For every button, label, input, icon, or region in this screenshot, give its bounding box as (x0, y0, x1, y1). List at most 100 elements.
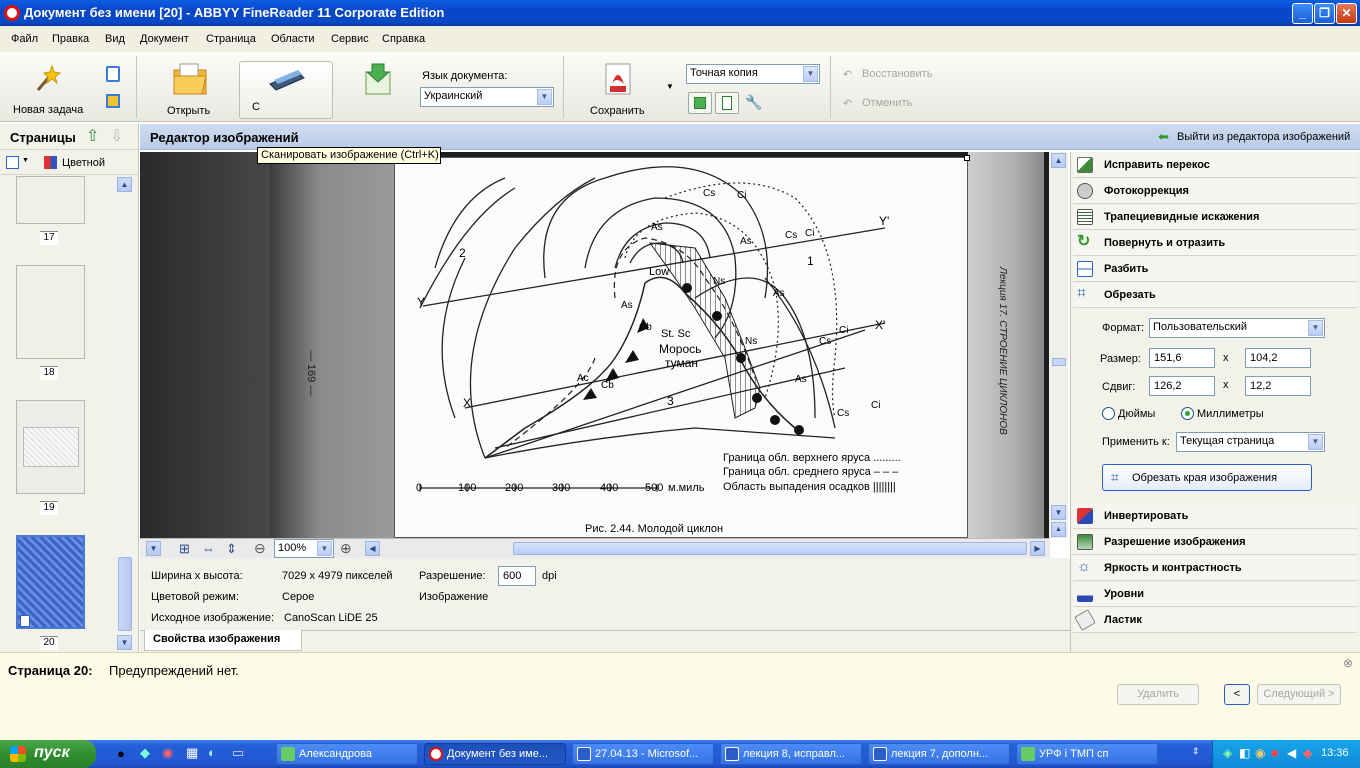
task-button[interactable]: 27.04.13 - Microsof... (572, 743, 714, 765)
page-thumbnail-20[interactable] (16, 535, 85, 629)
crop-shift-y-input[interactable]: 12,2 (1245, 376, 1311, 396)
menu-areas[interactable]: Области (271, 33, 315, 45)
tool-brightness[interactable]: ☼ Яркость и контрастность (1073, 556, 1357, 581)
save-image-button[interactable] (688, 92, 712, 114)
horizontal-scroll-thumb[interactable] (513, 542, 1027, 555)
task-button-active[interactable]: Документ без име... (424, 743, 566, 765)
save-mode-select[interactable]: Точная копия ▼ (686, 64, 820, 84)
undo-button[interactable]: Отменить (862, 97, 912, 109)
page-up-icon[interactable]: ▲ (1051, 522, 1066, 537)
tray-icon[interactable]: ◆ (1303, 746, 1312, 760)
crop-region[interactable]: 2 1 3 Y Y' X X' Cs Ci Cs Ci As As As As … (392, 155, 970, 538)
next-button[interactable]: Следующий > (1257, 684, 1341, 705)
tool-split[interactable]: Разбить (1073, 257, 1357, 282)
minimize-button[interactable]: _ (1292, 3, 1313, 24)
page-thumbnail-18[interactable] (16, 265, 85, 359)
unit-mm-radio[interactable] (1181, 407, 1194, 420)
unit-inches-radio[interactable] (1102, 407, 1115, 420)
image-vertical-scrollbar[interactable]: ▲ ▼ ▲ (1050, 152, 1068, 538)
menu-document[interactable]: Документ (140, 33, 189, 45)
wrench-icon[interactable]: 🔧 (745, 94, 762, 111)
tab-image-properties[interactable]: Свойства изображения (144, 630, 302, 651)
new-document-icon[interactable] (106, 66, 120, 82)
tool-trapezoid[interactable]: Трапециевидные искажения (1073, 205, 1357, 230)
tool-levels[interactable]: Уровни (1073, 582, 1357, 607)
tool-resolution[interactable]: Разрешение изображения (1073, 530, 1357, 555)
move-page-down-icon[interactable]: ⇩ (110, 126, 123, 146)
copy-icon[interactable] (106, 94, 120, 108)
scroll-up-icon[interactable]: ▲ (1051, 153, 1066, 168)
menu-tools[interactable]: Сервис (331, 33, 369, 45)
tray-icon[interactable]: ◈ (1223, 746, 1232, 760)
maximize-button[interactable]: ❐ (1314, 3, 1335, 24)
menu-help[interactable]: Справка (382, 33, 425, 45)
tray-icon[interactable]: ◉ (1255, 746, 1265, 760)
tool-rotate[interactable]: ↻ Повернуть и отразить (1073, 231, 1357, 256)
new-task-button[interactable]: Новая задача (4, 56, 92, 118)
scroll-right-icon[interactable]: ▶ (1030, 541, 1045, 556)
close-icon[interactable]: ⊗ (1343, 656, 1353, 670)
menu-page[interactable]: Страница (206, 33, 256, 45)
tray-icon[interactable]: ◧ (1239, 746, 1250, 760)
browser-icon[interactable]: ◉ (162, 745, 173, 761)
menu-edit[interactable]: Правка (52, 33, 89, 45)
pages-scrollbar[interactable]: ▲ ▼ (117, 177, 133, 652)
task-button[interactable]: лекция 7, дополн... (868, 743, 1010, 765)
save-dropdown-arrow[interactable]: ▼ (666, 82, 674, 91)
chevron-down-icon[interactable]: ▼ (22, 157, 29, 164)
scroll-down-icon[interactable]: ▼ (1051, 505, 1066, 520)
apply-to-select[interactable]: Текущая страница ▼ (1176, 432, 1325, 452)
zoom-select[interactable]: 100% ▼ (274, 539, 334, 558)
app-icon[interactable]: ◐ (208, 745, 216, 760)
tool-eraser[interactable]: Ластик (1073, 608, 1357, 633)
menu-view[interactable]: Вид (105, 33, 125, 45)
fit-height-icon[interactable]: ⇕ (226, 541, 237, 557)
zoom-out-icon[interactable]: ⊖ (254, 540, 266, 557)
doc-language-select[interactable]: Украинский ▼ (420, 87, 554, 107)
open-button[interactable]: Открыть (152, 56, 230, 118)
page-thumbnail-17[interactable] (16, 176, 85, 224)
page-thumbnail-19[interactable] (16, 400, 85, 494)
tool-photo-correction[interactable]: Фотокоррекция (1073, 179, 1357, 204)
scroll-thumb[interactable] (1052, 358, 1066, 366)
restore-button[interactable]: Восстановить (862, 68, 932, 80)
save-button[interactable]: Сохранить (582, 56, 656, 118)
start-button[interactable]: пуск (0, 740, 96, 768)
save-text-button[interactable] (715, 92, 739, 114)
format-select[interactable]: Пользовательский ▼ (1149, 318, 1325, 338)
color-mode-label[interactable]: Цветной (62, 157, 105, 169)
scroll-left-icon[interactable]: ◀ (365, 541, 380, 556)
image-canvas[interactable]: — 169 — Лекция 17. СТРОЕНИЕ ЦИКЛОНОВ 2 1… (140, 152, 1050, 538)
task-button[interactable]: Александрова (276, 743, 418, 765)
resolution-input[interactable]: 600 (498, 566, 536, 586)
scan-button[interactable]: С (239, 61, 333, 119)
read-icon[interactable] (362, 62, 394, 96)
quicklaunch-icon[interactable]: ● (117, 746, 125, 761)
media-icon[interactable]: ▦ (186, 745, 198, 761)
scroll-thumb[interactable] (118, 557, 132, 631)
exit-image-editor-link[interactable]: Выйти из редактора изображений (1177, 131, 1350, 143)
crop-width-input[interactable]: 151,6 (1149, 348, 1215, 368)
scroll-up-icon[interactable]: ▲ (117, 177, 132, 192)
previous-button[interactable]: < (1224, 684, 1250, 705)
delete-button[interactable]: Удалить (1117, 684, 1199, 705)
collapse-icon[interactable]: ▼ (146, 541, 161, 556)
tool-deskew[interactable]: Исправить перекос (1073, 153, 1357, 178)
close-button[interactable]: ✕ (1336, 3, 1357, 24)
tool-crop[interactable]: ⌗ Обрезать (1073, 283, 1357, 308)
taskbar-scroll-icon[interactable]: ⇕ (1192, 746, 1200, 757)
fit-width-icon[interactable]: ⇔ (202, 541, 215, 556)
crop-height-input[interactable]: 104,2 (1245, 348, 1311, 368)
tray-icon[interactable]: ■ (1271, 746, 1278, 760)
crop-shift-x-input[interactable]: 126,2 (1149, 376, 1215, 396)
scroll-down-icon[interactable]: ▼ (117, 635, 132, 650)
zoom-in-icon[interactable]: ⊕ (340, 540, 352, 557)
speaker-icon[interactable]: ◀ (1287, 746, 1296, 760)
move-page-up-icon[interactable]: ⇧ (86, 126, 99, 146)
task-button[interactable]: лекция 8, исправл... (720, 743, 862, 765)
menu-file[interactable]: Файл (11, 33, 38, 45)
fit-page-icon[interactable]: ⊞ (179, 541, 190, 557)
tool-invert[interactable]: Инвертировать (1073, 504, 1357, 529)
task-button[interactable]: УРФ і ТМП сп (1016, 743, 1158, 765)
view-mode-icon[interactable] (6, 156, 19, 169)
